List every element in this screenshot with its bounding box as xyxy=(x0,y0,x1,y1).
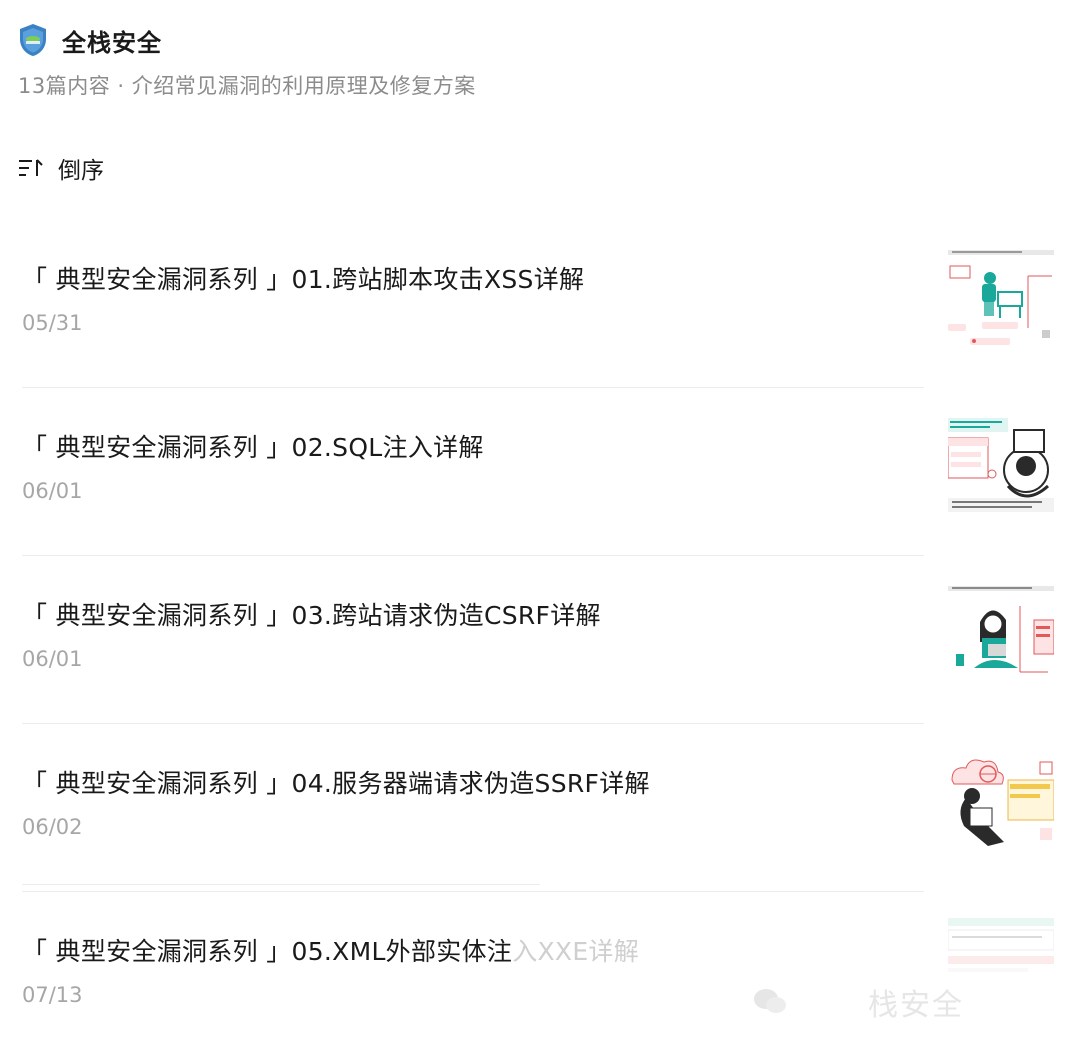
watermark-text: 栈安全 xyxy=(868,988,964,1023)
account-subtitle: 13篇内容 · 介绍常见漏洞的利用原理及修复方案 xyxy=(18,74,476,98)
article-date: 05/31 xyxy=(22,311,83,335)
article-title-faded: 入XXE详解 xyxy=(512,937,640,966)
article-date: 06/01 xyxy=(22,647,83,671)
article-item-03[interactable]: 「 典型安全漏洞系列 」03.跨站请求伪造CSRF详解 06/01 xyxy=(0,556,1080,724)
article-title[interactable]: 「 典型安全漏洞系列 」03.跨站请求伪造CSRF详解 xyxy=(22,596,601,632)
account-header[interactable]: 全栈安全 xyxy=(18,20,162,60)
ssrf-illustration-icon xyxy=(951,759,1054,846)
article-list: 「 典型安全漏洞系列 」01.跨站脚本攻击XSS详解 05/31 「 典型安全漏… xyxy=(0,220,1080,1060)
list-divider-partial xyxy=(22,884,540,885)
article-title-main: 「 典型安全漏洞系列 」05.XML外部实体注 xyxy=(22,937,513,966)
account-name: 全栈安全 xyxy=(62,28,162,57)
sort-label: 倒序 xyxy=(58,158,104,184)
csrf-illustration-icon xyxy=(948,586,1054,673)
shield-logo-icon xyxy=(20,24,46,56)
article-date: 06/01 xyxy=(22,479,83,503)
sort-desc-icon xyxy=(19,159,43,176)
article-item-04[interactable]: 「 典型安全漏洞系列 」04.服务器端请求伪造SSRF详解 06/02 xyxy=(0,724,1080,892)
article-title[interactable]: 「 典型安全漏洞系列 」04.服务器端请求伪造SSRF详解 xyxy=(22,764,650,800)
article-thumbnail[interactable] xyxy=(948,414,1054,520)
article-thumbnail[interactable] xyxy=(948,246,1054,352)
wechat-icon xyxy=(754,989,786,1013)
watermark: 栈安全 xyxy=(752,980,964,1024)
article-title[interactable]: 「 典型安全漏洞系列 」02.SQL注入详解 xyxy=(22,428,484,464)
article-thumbnail[interactable] xyxy=(948,750,1054,856)
article-thumbnail[interactable] xyxy=(948,582,1054,688)
sql-injection-illustration-icon xyxy=(948,418,1054,512)
article-item-02[interactable]: 「 典型安全漏洞系列 」02.SQL注入详解 06/01 xyxy=(0,388,1080,556)
article-item-05[interactable]: 「 典型安全漏洞系列 」05.XML外部实体注入XXE详解 07/13 xyxy=(0,892,1080,1060)
xss-illustration-icon xyxy=(948,250,1054,345)
article-date: 06/02 xyxy=(22,815,83,839)
article-title[interactable]: 「 典型安全漏洞系列 」01.跨站脚本攻击XSS详解 xyxy=(22,260,584,296)
article-title[interactable]: 「 典型安全漏洞系列 」05.XML外部实体注入XXE详解 xyxy=(22,932,639,968)
article-date: 07/13 xyxy=(22,983,83,1007)
sort-toggle-button[interactable]: 倒序 xyxy=(18,150,104,186)
article-item-01[interactable]: 「 典型安全漏洞系列 」01.跨站脚本攻击XSS详解 05/31 xyxy=(0,220,1080,388)
